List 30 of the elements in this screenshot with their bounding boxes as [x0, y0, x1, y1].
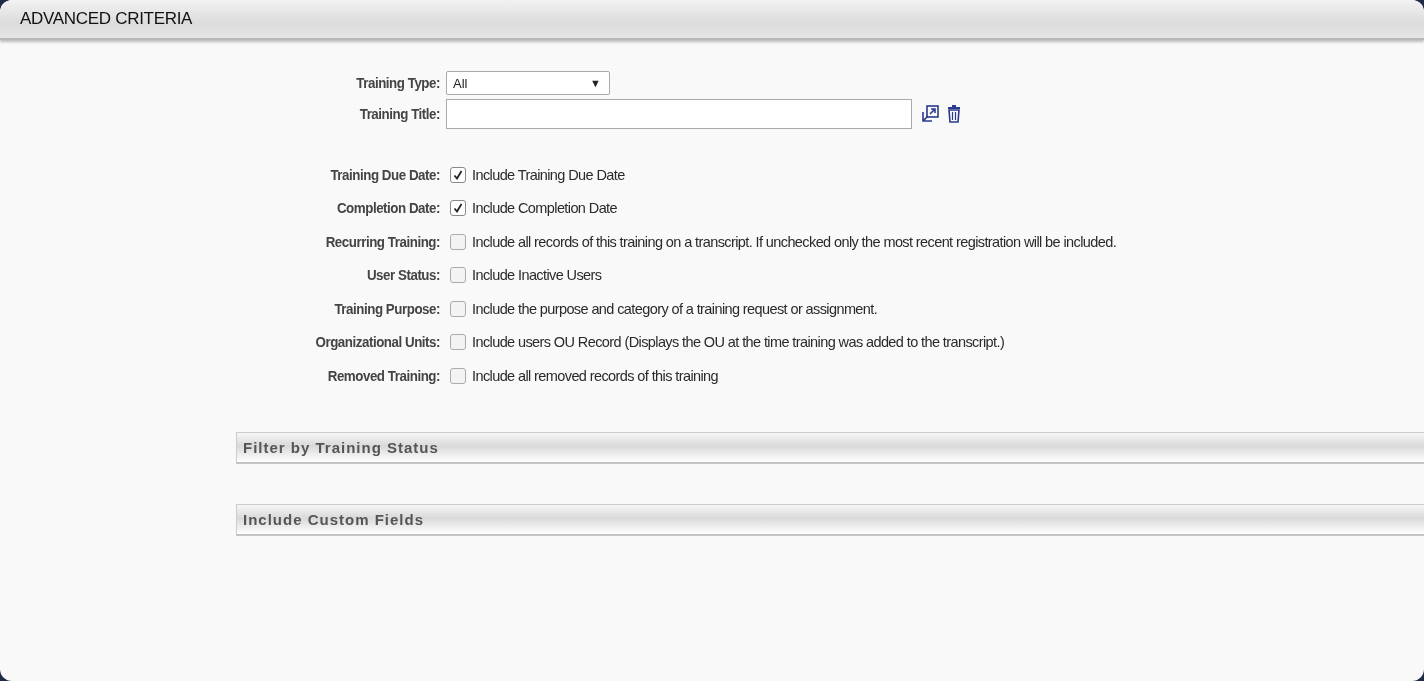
- checkbox-label: Include Inactive Users: [472, 267, 602, 283]
- collapsible-section-header[interactable]: Include Custom Fields: [236, 504, 1424, 536]
- option-label: User Status:: [365, 267, 440, 283]
- checkbox[interactable]: [450, 233, 466, 250]
- field-label: Training Title:: [358, 106, 440, 122]
- checkbox-label: Include users OU Record (Displays the OU at the time training was added to the transcript.): [472, 334, 1005, 350]
- checkbox-label: Include Completion Date: [472, 200, 617, 216]
- trash-icon[interactable]: [946, 104, 962, 124]
- option-label: Organizational Units:: [314, 334, 440, 350]
- checkbox[interactable]: [450, 166, 466, 183]
- section-title: ADVANCED CRITERIA: [20, 9, 193, 29]
- training-title-field[interactable]: [446, 99, 912, 129]
- checkbox-label: Include all removed records of this training: [472, 367, 718, 384]
- field-label: Training Type:: [355, 75, 440, 91]
- checkbox-label: Include all records of this training on a transcript. If unchecked only the most recent registration will be included.: [472, 233, 1117, 250]
- checkbox-label: Include Training Due Date: [472, 166, 625, 183]
- checkbox[interactable]: [450, 200, 466, 216]
- option-label: Recurring Training:: [324, 233, 440, 250]
- training-type-dropdown[interactable]: All ▼: [446, 71, 610, 95]
- popout-icon[interactable]: [920, 104, 940, 124]
- checkbox[interactable]: [450, 267, 466, 283]
- option-label: Completion Date:: [335, 200, 440, 216]
- collapsible-section-header[interactable]: Filter by Training Status: [236, 432, 1424, 464]
- checkbox-label: Include the purpose and category of a training request or assignment.: [472, 300, 878, 317]
- option-label: Removed Training:: [326, 367, 440, 384]
- checkbox[interactable]: [450, 334, 466, 350]
- option-label: Training Due Date:: [329, 166, 440, 183]
- checkbox[interactable]: [450, 300, 466, 317]
- checkbox[interactable]: [450, 367, 466, 384]
- option-label: Training Purpose:: [333, 300, 440, 317]
